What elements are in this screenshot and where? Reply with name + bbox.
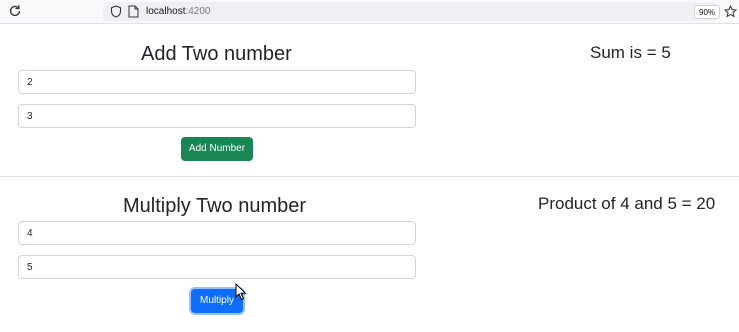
product-result: Product of 4 and 5 = 20 — [538, 194, 716, 213]
add-second-number-input[interactable] — [18, 104, 416, 128]
multiply-heading: Multiply Two number — [123, 195, 307, 217]
url-host: localhost — [146, 6, 186, 17]
add-number-button[interactable]: Add Number — [181, 137, 253, 161]
add-heading: Add Two number — [141, 43, 292, 65]
mouse-cursor-icon — [235, 283, 247, 301]
url-text[interactable]: localhost:4200 — [146, 5, 211, 18]
multiply-first-number-input[interactable] — [18, 221, 416, 245]
star-icon[interactable] — [724, 5, 737, 18]
multiply-second-number-input[interactable] — [18, 255, 416, 279]
add-first-number-input[interactable] — [18, 70, 416, 94]
zoom-level-badge[interactable]: 90% — [694, 5, 721, 19]
sum-result: Sum is = 5 — [590, 43, 671, 62]
section-divider — [0, 176, 739, 177]
page-icon — [128, 5, 139, 18]
shield-icon[interactable] — [110, 5, 122, 18]
url-port: :4200 — [185, 6, 211, 17]
browser-toolbar: localhost:4200 90% — [0, 0, 739, 24]
reload-icon[interactable] — [8, 4, 22, 18]
